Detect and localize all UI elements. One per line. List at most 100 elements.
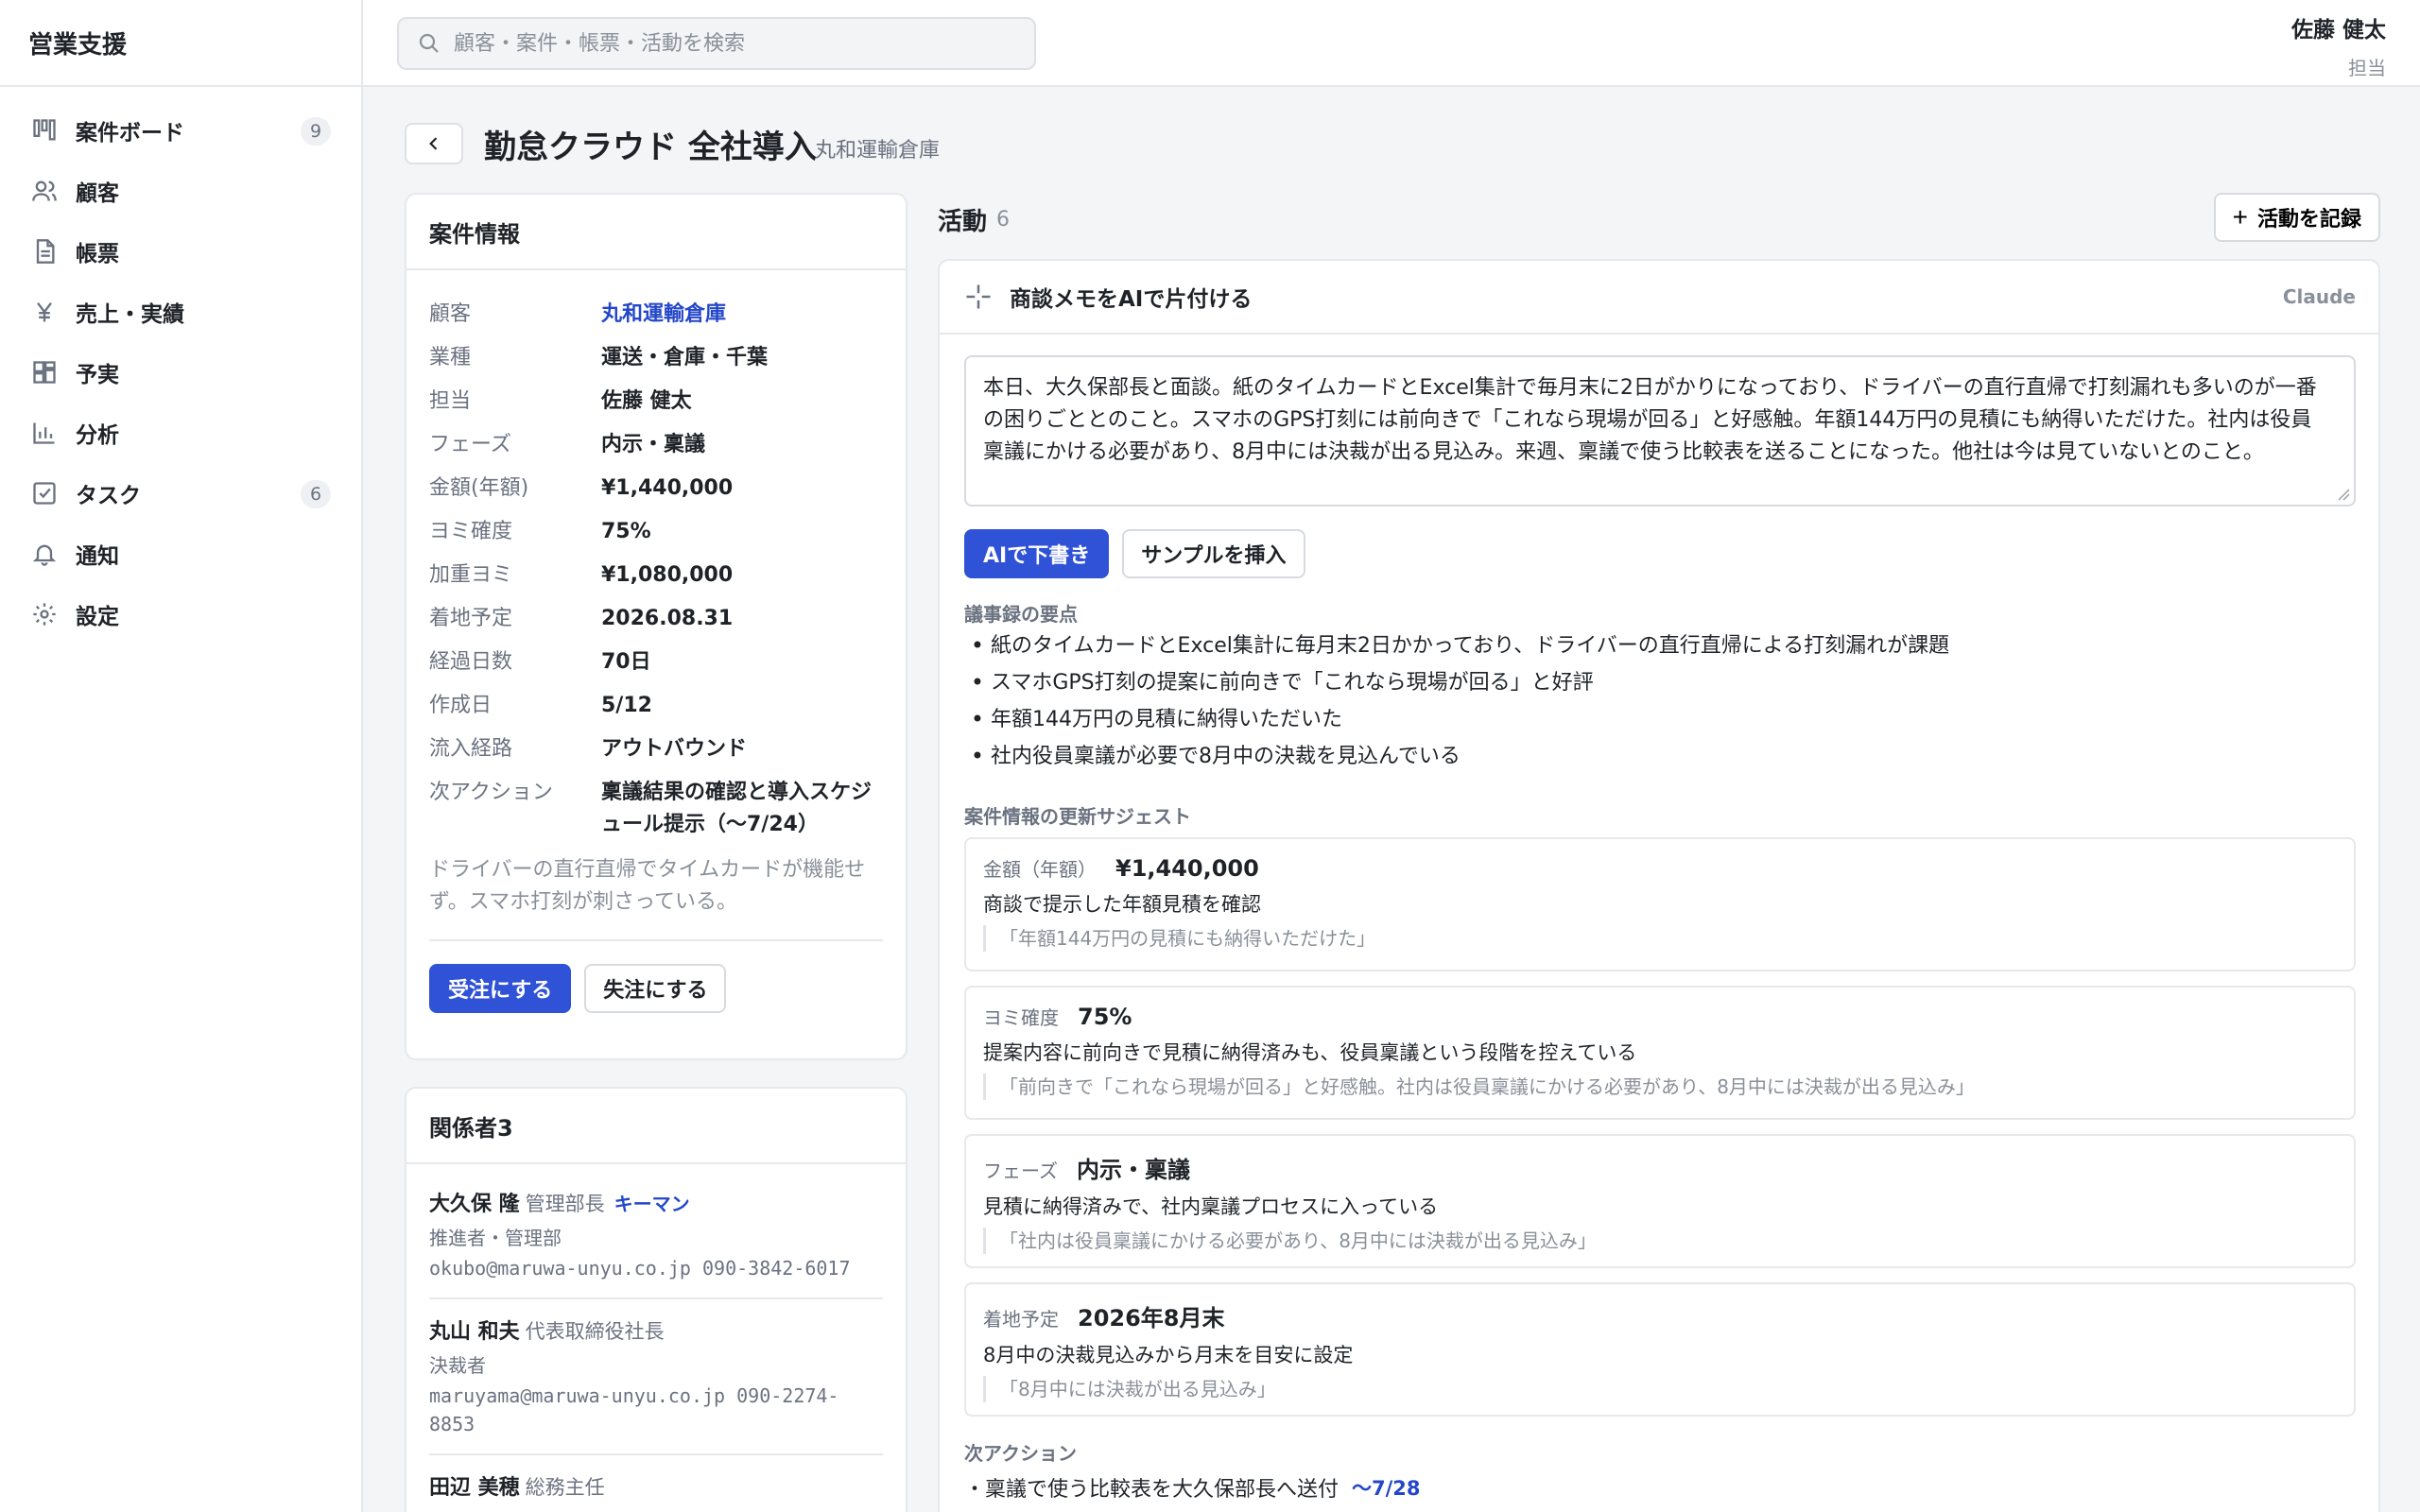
search-box[interactable] bbox=[397, 17, 1036, 70]
sidebar-item-label: 売上・実績 bbox=[76, 302, 184, 327]
info-row-customer: 顧客 丸和運輸倉庫 bbox=[429, 299, 883, 342]
info-value: 75% bbox=[601, 520, 651, 543]
customer-link[interactable]: 丸和運輸倉庫 bbox=[601, 299, 726, 342]
user-name: 佐藤 健太 bbox=[2290, 18, 2386, 43]
minutes-text: 紙のタイムカードとExcel集計に毎月末2日かかっており、ドライバーの直行直帰に… bbox=[991, 634, 1950, 658]
info-key: 業種 bbox=[429, 346, 472, 369]
sidebar-item-documents[interactable]: 帳票 bbox=[0, 221, 331, 282]
mark-lost-button[interactable]: 失注にする bbox=[584, 964, 727, 1013]
info-row-industry: 業種 運送・倉庫・千葉 bbox=[429, 342, 883, 386]
search-input[interactable] bbox=[454, 31, 1034, 56]
card-heading: 関係者3 bbox=[406, 1089, 906, 1164]
info-value: 5/12 bbox=[601, 694, 652, 717]
info-value: 2026.08.31 bbox=[601, 607, 734, 630]
info-row-amount: 金額(年額) ¥1,440,000 bbox=[429, 472, 883, 516]
resize-handle-icon[interactable] bbox=[2337, 488, 2350, 501]
back-button[interactable] bbox=[405, 123, 463, 164]
stakeholder-name: 田辺 美穂 bbox=[429, 1476, 520, 1500]
count-badge: 9 bbox=[301, 117, 331, 146]
note-line-2: ず。スマホ打刻が刺さっている。 bbox=[429, 890, 738, 914]
info-row-weighted: 加重ヨミ ¥1,080,000 bbox=[429, 559, 883, 603]
sidebar-item-label: 予実 bbox=[76, 363, 119, 387]
next-action-text: ・稟議で使う比較表を大久保部長へ送付 bbox=[964, 1478, 1340, 1502]
sidebar-item-tasks[interactable]: タスク 6 bbox=[0, 463, 331, 524]
suggestion-field: 金額（年額） bbox=[983, 858, 1097, 881]
suggestion-card[interactable]: 着地予定 2026年8月末 8月中の決裁見込みから月末を目安に設定 「8月中には決… bbox=[964, 1282, 2356, 1417]
sidebar-item-settings[interactable]: 設定 bbox=[0, 584, 331, 644]
info-key: ヨミ確度 bbox=[429, 520, 513, 543]
info-key: 金額(年額) bbox=[429, 476, 529, 500]
stakeholder-item[interactable]: 大久保 隆管理部長 キーマン 推進者・管理部 okubo@maruwa-unyu.… bbox=[429, 1187, 883, 1299]
bullet-icon: • bbox=[970, 669, 985, 696]
bullet-icon: • bbox=[970, 743, 985, 769]
bullet-icon: • bbox=[970, 706, 985, 732]
page-title: 勤怠クラウド 全社導入 bbox=[484, 129, 817, 166]
activity-heading: 活動 bbox=[938, 208, 988, 236]
stakeholder-role: 利用部門・管理部 総務課 bbox=[429, 1506, 883, 1512]
dashboard-icon bbox=[30, 358, 59, 387]
info-key: 作成日 bbox=[429, 694, 493, 717]
stakeholder-role: 決裁者 bbox=[429, 1354, 486, 1377]
info-row-probability: ヨミ確度 75% bbox=[429, 516, 883, 559]
info-value: 運送・倉庫・千葉 bbox=[601, 346, 769, 369]
list-item: • 年額144万円の見積に納得いただいた bbox=[964, 701, 2344, 738]
ai-actions: AIで下書き サンプルを挿入 bbox=[964, 529, 1305, 578]
suggestion-reason: 商談で提示した年額見積を確認 bbox=[983, 893, 1261, 916]
stakeholder-name: 丸山 和夫 bbox=[429, 1320, 520, 1344]
suggestion-card[interactable]: ヨミ確度 75% 提案内容に前向きで見積に納得済みも、役員稟議という段階を控えてい… bbox=[964, 986, 2356, 1120]
sidebar-item-budget-actual[interactable]: 予実 bbox=[0, 342, 331, 403]
sidebar-item-sales[interactable]: 売上・実績 bbox=[0, 282, 331, 342]
meeting-memo-textarea[interactable]: 本日、大久保部長と面談。紙のタイムカードとExcel集計で毎月末に2日がかりにな… bbox=[964, 355, 2356, 507]
due-date: 〜7/28 bbox=[1352, 1477, 1421, 1500]
ai-card-header: 商談メモをAIで片付ける Claude bbox=[940, 261, 2378, 335]
list-item: • 社内役員稟議が必要で8月中の決裁を見込んでいる bbox=[964, 738, 2344, 775]
info-value: 佐藤 健太 bbox=[601, 389, 692, 413]
ai-card-title: 商談メモをAIで片付ける bbox=[1010, 287, 1253, 312]
info-key: 顧客 bbox=[429, 302, 472, 326]
suggestion-value: ¥1,440,000 bbox=[1115, 855, 1259, 882]
sidebar-item-notifications[interactable]: 通知 bbox=[0, 524, 331, 584]
gear-icon bbox=[30, 600, 59, 628]
checkbox-icon bbox=[30, 479, 59, 507]
suggestion-reason: 8月中の決裁見込みから月末を目安に設定 bbox=[983, 1344, 1354, 1366]
suggestion-card[interactable]: 金額（年額） ¥1,440,000 商談で提示した年額見積を確認 「年額144万円… bbox=[964, 837, 2356, 971]
suggestion-value: 2026年8月末 bbox=[1078, 1305, 1225, 1332]
card-heading: 案件情報 bbox=[406, 195, 906, 270]
ai-draft-button[interactable]: AIで下書き bbox=[964, 529, 1110, 578]
stakeholder-role: 推進者・管理部 bbox=[429, 1227, 562, 1249]
suggestion-quote: 「前向きで「これなら現場が回る」と好感触。社内は役員稟議にかける必要があり、8月… bbox=[983, 1074, 2337, 1100]
sidebar-item-label: 案件ボード bbox=[76, 121, 184, 146]
insert-sample-button[interactable]: サンプルを挿入 bbox=[1122, 529, 1305, 578]
deal-info-card: 案件情報 顧客 丸和運輸倉庫 業種 運送・倉庫・千葉 担当 佐藤 健太 フェーズ 内示・… bbox=[405, 193, 908, 1060]
suggestion-value: 内示・稟議 bbox=[1077, 1157, 1190, 1183]
stakeholder-item[interactable]: 田辺 美穂総務主任 利用部門・管理部 総務課 bbox=[429, 1470, 883, 1512]
minutes-text: スマホGPS打刻の提案に前向きで「これなら現場が回る」と好評 bbox=[991, 671, 1594, 695]
app-brand: 営業支援 bbox=[0, 0, 361, 87]
suggestion-reason: 見積に納得済みで、社内稟議プロセスに入っている bbox=[983, 1195, 1439, 1218]
deal-note: ドライバーの直行直帰でタイムカードが機能せ ず。スマホ打刻が刺さっている。 bbox=[406, 841, 906, 919]
info-value: 内示・稟議 bbox=[601, 433, 706, 456]
deal-actions: 受注にする 失注にする bbox=[406, 941, 906, 1013]
sidebar-item-customers[interactable]: 顧客 bbox=[0, 161, 331, 221]
record-activity-button[interactable]: + 活動を記録 bbox=[2213, 193, 2380, 242]
stakeholder-item[interactable]: 丸山 和夫 代表取締役社長 決裁者 maruyama@maruwa-unyu.co… bbox=[429, 1314, 883, 1455]
suggestion-card[interactable]: フェーズ 内示・稟議 見積に納得済みで、社内稟議プロセスに入っている 「社内は役員… bbox=[964, 1134, 2356, 1268]
sidebar: 営業支援 案件ボード 9 顧客 帳票 売上・実績 予実 分析 タスク 6 通知 … bbox=[0, 0, 363, 1512]
ai-memo-card: 商談メモをAIで片付ける Claude 本日、大久保部長と面談。紙のタイムカード… bbox=[938, 259, 2380, 1512]
suggest-heading: 案件情報の更新サジェスト bbox=[964, 805, 1191, 828]
next-action-line-2: ュール提示（〜7/24） bbox=[601, 813, 819, 836]
sidebar-item-deal-board[interactable]: 案件ボード 9 bbox=[0, 100, 331, 161]
user-menu[interactable]: 佐藤 健太 担当 bbox=[2291, 11, 2386, 80]
next-action-item: ・稟議で使う比較表を大久保部長へ送付 〜7/28 bbox=[964, 1472, 1421, 1503]
minutes-text: 年額144万円の見積に納得いただいた bbox=[991, 708, 1342, 731]
info-value: アウトバウンド bbox=[601, 737, 748, 761]
sidebar-item-analytics[interactable]: 分析 bbox=[0, 403, 331, 463]
minutes-text: 社内役員稟議が必要で8月中の決裁を見込んでいる bbox=[991, 745, 1461, 768]
info-value: 70日 bbox=[601, 650, 651, 674]
topbar: 佐藤 健太 担当 bbox=[363, 0, 2420, 87]
stakeholder-contact: okubo@maruwa-unyu.co.jp 090-3842-6017 bbox=[429, 1257, 851, 1280]
list-item: • スマホGPS打刻の提案に前向きで「これなら現場が回る」と好評 bbox=[964, 664, 2344, 701]
mark-won-button[interactable]: 受注にする bbox=[429, 964, 572, 1013]
model-label: Claude bbox=[2282, 285, 2356, 308]
info-key: フェーズ bbox=[429, 433, 511, 456]
